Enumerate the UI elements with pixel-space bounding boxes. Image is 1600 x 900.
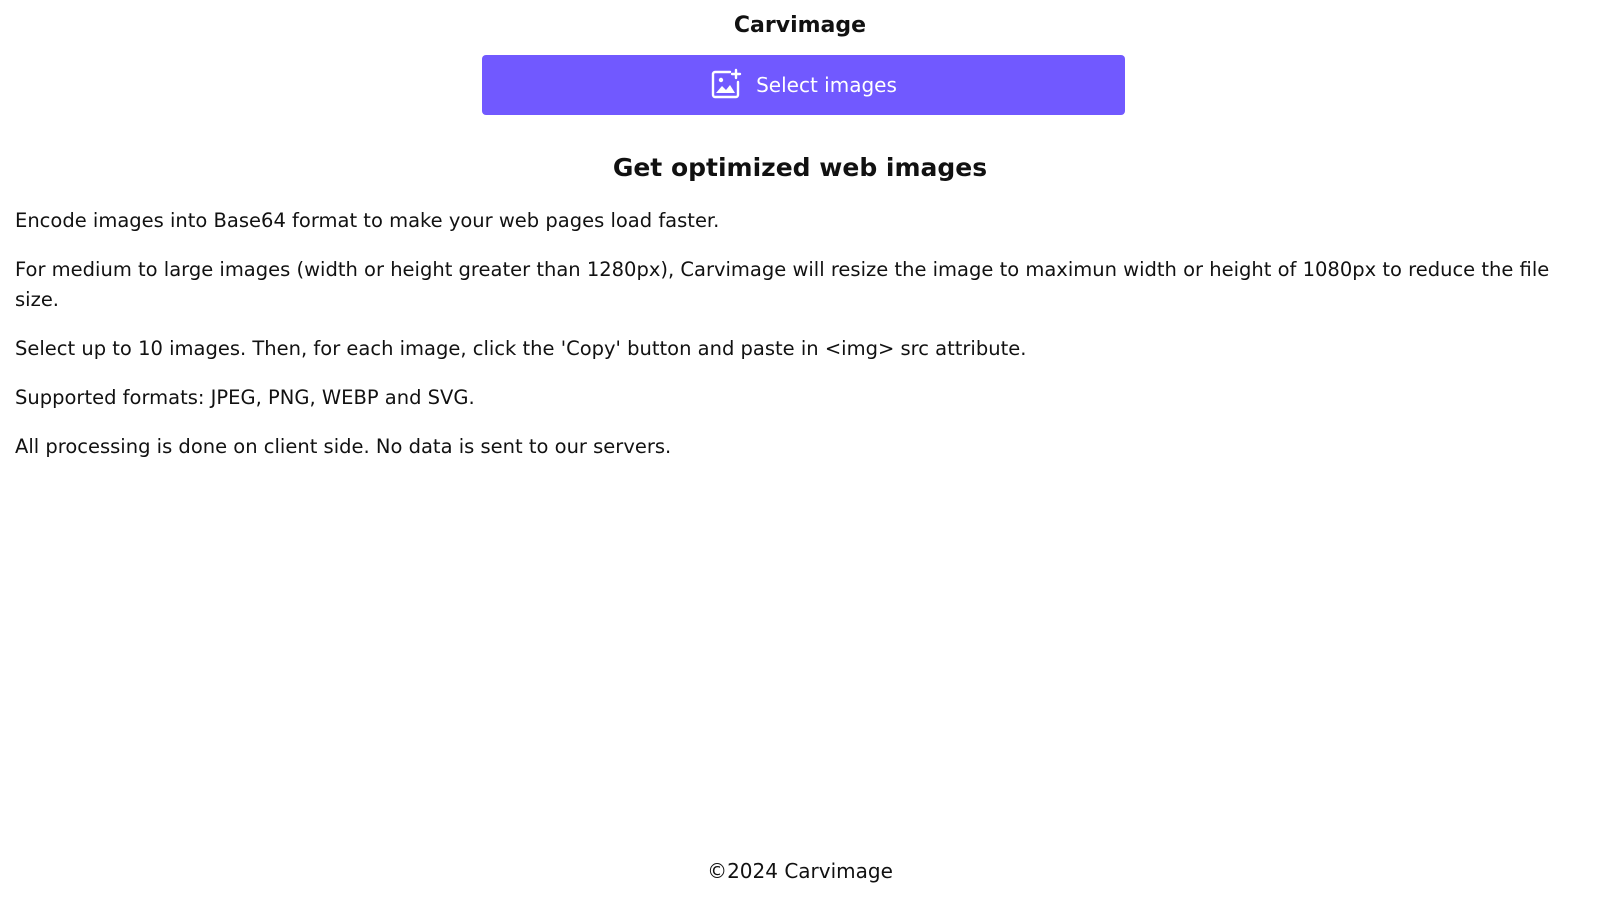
main-headline: Get optimized web images — [612, 153, 988, 182]
select-images-label: Select images — [756, 73, 897, 97]
description-paragraph: All processing is done on client side. N… — [15, 435, 672, 458]
select-images-button[interactable]: Select images — [482, 55, 1125, 115]
app-title: Carvimage — [733, 13, 867, 38]
description-paragraph: Encode images into Base64 format to make… — [15, 209, 720, 232]
description-paragraph: Select up to 10 images. Then, for each i… — [15, 337, 1027, 360]
description-section: Encode images into Base64 format to make… — [15, 206, 1580, 481]
image-plus-icon — [710, 68, 742, 100]
description-paragraph: Supported formats: JPEG, PNG, WEBP and S… — [15, 386, 475, 409]
description-paragraph: For medium to large images (width or hei… — [15, 258, 1550, 311]
footer-copyright: ©2024 Carvimage — [707, 859, 893, 883]
